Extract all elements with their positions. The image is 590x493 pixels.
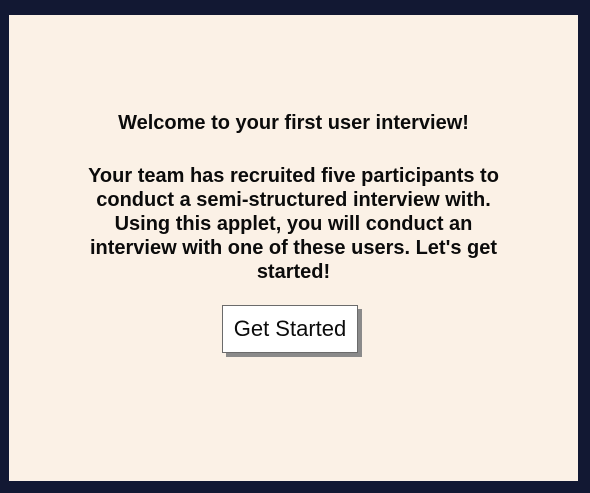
get-started-button[interactable]: Get Started [222,305,358,353]
welcome-heading: Welcome to your first user interview! [118,112,469,134]
applet-panel: Welcome to your first user interview! Yo… [9,15,578,481]
intro-text: Your team has recruited five participant… [88,165,499,283]
